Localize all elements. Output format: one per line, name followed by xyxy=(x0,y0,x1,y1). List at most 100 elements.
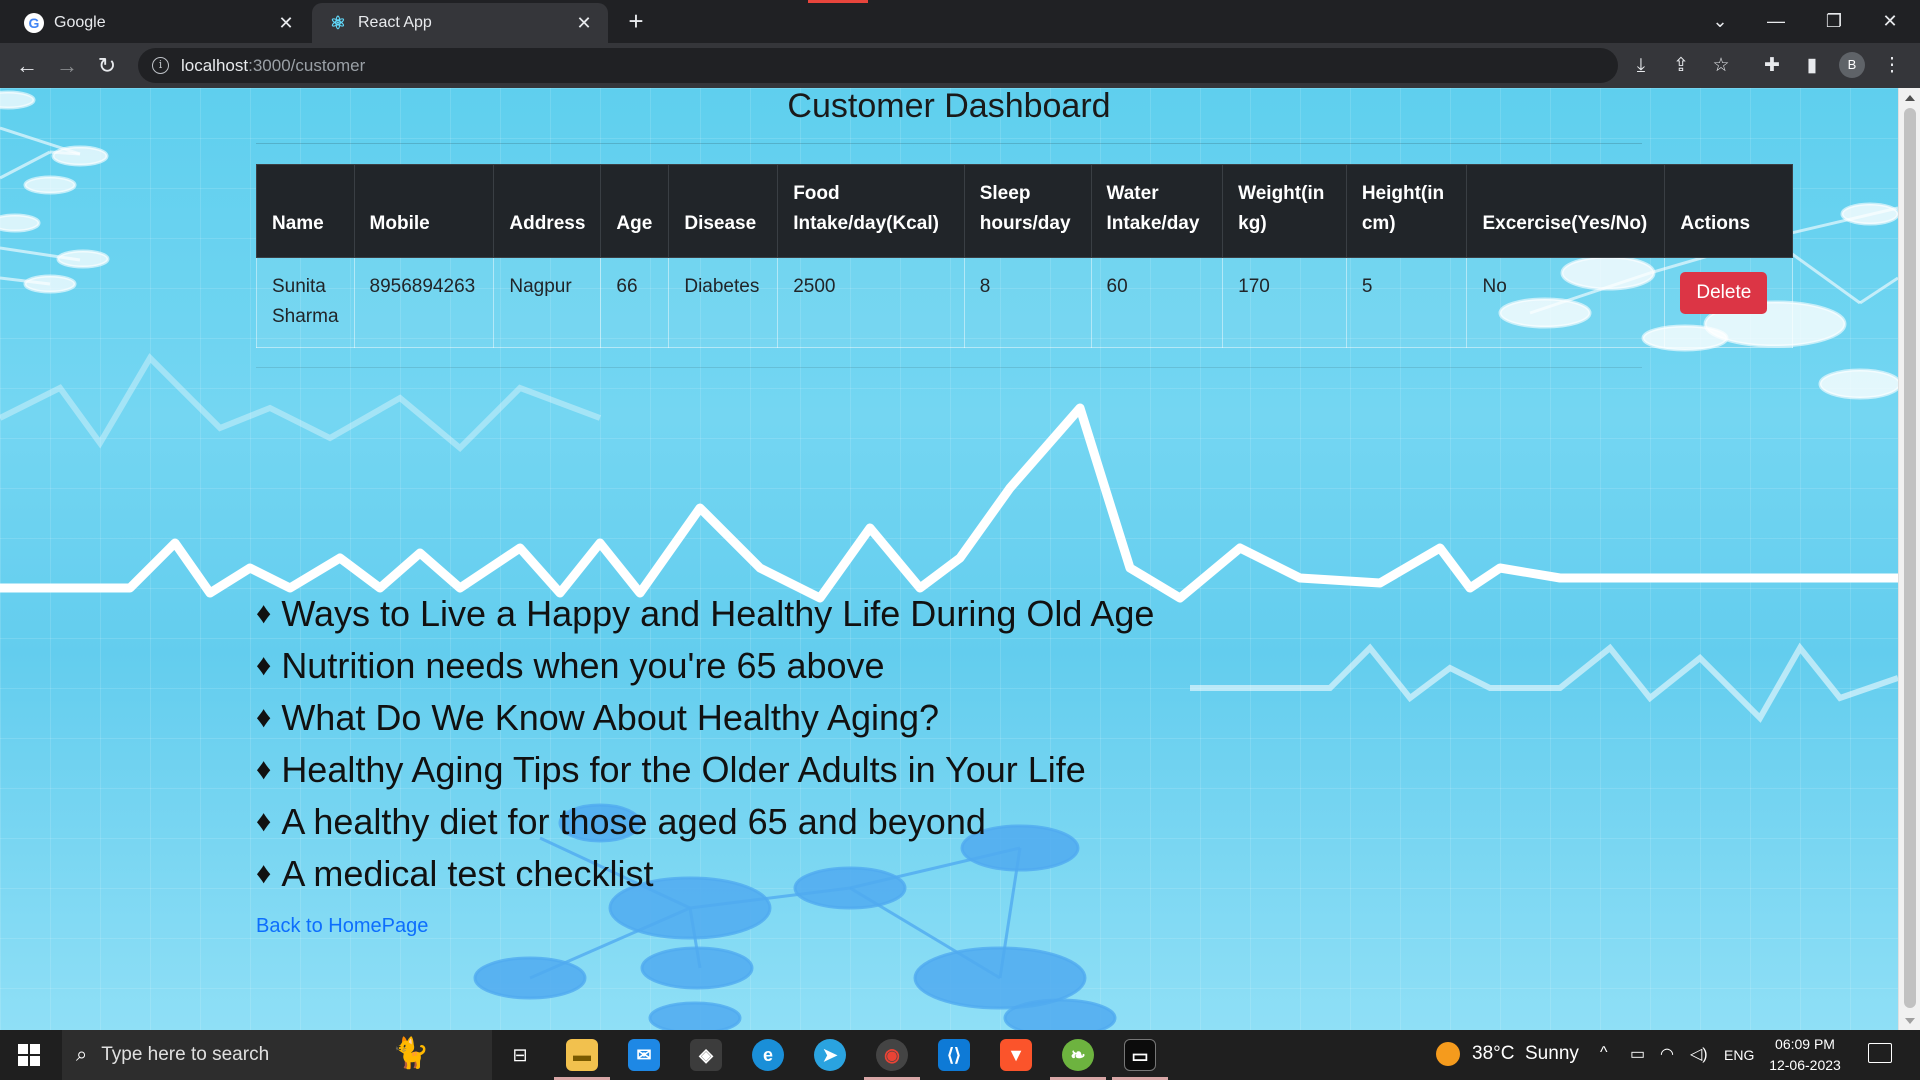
show-hidden-icons-chevron-icon[interactable]: ^ xyxy=(1600,1044,1608,1062)
article-title: What Do We Know About Healthy Aging? xyxy=(281,697,940,738)
scroll-down-arrow-icon[interactable] xyxy=(1905,1018,1915,1024)
cell-age: 66 xyxy=(600,257,670,348)
back-arrow-icon[interactable]: ← xyxy=(12,51,42,81)
back-to-homepage-link[interactable]: Back to HomePage xyxy=(256,915,428,938)
brave-browser-icon[interactable]: ▼ xyxy=(1000,1039,1032,1071)
close-tab-icon[interactable]: ✕ xyxy=(574,13,594,33)
weather-text: 38°C Sunny xyxy=(1472,1043,1579,1064)
search-highlight-illustration-icon: 🐈 xyxy=(392,1037,430,1070)
scrollbar-thumb[interactable] xyxy=(1904,108,1916,1008)
tab-search-chevron-icon[interactable]: ⌄ xyxy=(1700,6,1740,36)
menu-kebab-icon[interactable]: ⋮ xyxy=(1877,51,1907,81)
diamond-bullet-icon: ♦ xyxy=(256,649,272,682)
cell-name: Sunita Sharma xyxy=(256,257,355,348)
new-tab-button[interactable]: + xyxy=(622,8,650,36)
page-scrollbar[interactable] xyxy=(1898,88,1920,1030)
column-header: Disease xyxy=(668,164,779,258)
side-panel-icon[interactable]: ▮ xyxy=(1797,51,1827,81)
recording-indicator xyxy=(808,0,868,3)
browser-toolbar: ← → ↻ i localhost :3000/customer ⤓ ⇪ ☆ ✚… xyxy=(0,43,1920,88)
cell-exercise: No xyxy=(1466,257,1666,348)
extensions-puzzle-icon[interactable]: ✚ xyxy=(1757,51,1787,81)
terminal-icon[interactable]: ▭ xyxy=(1124,1039,1156,1071)
weather-widget[interactable]: 38°C Sunny xyxy=(1436,1042,1579,1066)
restore-button[interactable]: ❐ xyxy=(1814,6,1854,36)
language-indicator[interactable]: ENG xyxy=(1724,1047,1754,1063)
cell-weight: 170 xyxy=(1222,257,1347,348)
article-list: ♦ Ways to Live a Happy and Healthy Life D… xyxy=(256,588,1154,900)
diamond-bullet-icon: ♦ xyxy=(256,701,272,734)
profile-avatar[interactable]: B xyxy=(1839,52,1865,78)
taskbar-search[interactable]: ⌕ Type here to search 🐈 xyxy=(62,1030,492,1080)
forward-arrow-icon[interactable]: → xyxy=(52,51,82,81)
list-item[interactable]: ♦ Nutrition needs when you're 65 above xyxy=(256,640,1154,692)
cell-mobile: 8956894263 xyxy=(353,257,495,348)
sun-icon xyxy=(1436,1042,1460,1066)
tab-react-app[interactable]: ⚛ React App ✕ xyxy=(312,3,608,43)
site-info-icon[interactable]: i xyxy=(152,57,169,74)
windows-start-icon[interactable] xyxy=(18,1044,40,1066)
search-placeholder: Type here to search xyxy=(101,1044,270,1065)
wifi-icon[interactable]: ◠ xyxy=(1660,1044,1674,1064)
list-item[interactable]: ♦ A healthy diet for those aged 65 and be… xyxy=(256,796,1154,848)
tab-title: Google xyxy=(54,14,106,31)
page-viewport: Customer Dashboard Name Mobile Address A… xyxy=(0,88,1898,1030)
cell-height: 5 xyxy=(1345,257,1468,348)
article-title: Nutrition needs when you're 65 above xyxy=(281,645,885,686)
reload-icon[interactable]: ↻ xyxy=(92,51,122,81)
install-app-icon[interactable]: ⤓ xyxy=(1626,51,1656,81)
customer-table: Name Mobile Address Age Disease Food Int… xyxy=(256,164,1793,348)
search-icon: ⌕ xyxy=(76,1043,88,1066)
diamond-bullet-icon: ♦ xyxy=(256,857,272,890)
mail-icon[interactable]: ✉ xyxy=(628,1039,660,1071)
browser-tab-bar: G Google ✕ ⚛ React App ✕ + ⌄ — ❐ ✕ xyxy=(0,0,1920,43)
edge-browser-icon[interactable]: e xyxy=(752,1039,784,1071)
bookmark-star-icon[interactable]: ☆ xyxy=(1706,51,1736,81)
close-window-button[interactable]: ✕ xyxy=(1870,6,1910,36)
chrome-browser-icon[interactable]: ◉ xyxy=(876,1039,908,1071)
cell-actions: Delete xyxy=(1664,257,1793,348)
title-divider xyxy=(256,143,1642,144)
list-item[interactable]: ♦ Ways to Live a Happy and Healthy Life D… xyxy=(256,588,1154,640)
telegram-icon[interactable]: ➤ xyxy=(814,1039,846,1071)
unity-icon[interactable]: ◈ xyxy=(690,1039,722,1071)
column-header: Sleep hours/day xyxy=(963,164,1092,258)
clock-date: 12-06-2023 xyxy=(1769,1057,1841,1073)
table-row: Sunita Sharma 8956894263 Nagpur 66 Diabe… xyxy=(256,257,1793,348)
column-header: Excercise(Yes/No) xyxy=(1466,164,1666,258)
article-title: A healthy diet for those aged 65 and bey… xyxy=(281,801,986,842)
list-item[interactable]: ♦ What Do We Know About Healthy Aging? xyxy=(256,692,1154,744)
tab-google[interactable]: G Google ✕ xyxy=(10,3,310,43)
share-icon[interactable]: ⇪ xyxy=(1666,51,1696,81)
cell-sleep-hours: 8 xyxy=(963,257,1092,348)
volume-icon[interactable]: ◁) xyxy=(1690,1044,1708,1064)
system-clock[interactable]: 06:09 PM 12-06-2023 xyxy=(1760,1034,1850,1076)
close-tab-icon[interactable]: ✕ xyxy=(276,13,296,33)
diamond-bullet-icon: ♦ xyxy=(256,597,272,630)
article-title: Ways to Live a Happy and Healthy Life Du… xyxy=(281,593,1155,634)
list-item[interactable]: ♦ Healthy Aging Tips for the Older Adults… xyxy=(256,744,1154,796)
cell-water-intake: 60 xyxy=(1090,257,1224,348)
url-path: :3000/customer xyxy=(248,55,366,75)
column-header: Weight(in kg) xyxy=(1222,164,1347,258)
url-host: localhost xyxy=(181,55,249,75)
delete-button[interactable]: Delete xyxy=(1680,272,1768,314)
file-explorer-icon[interactable]: ▬ xyxy=(566,1039,598,1071)
google-g-icon: G xyxy=(24,13,44,33)
table-divider xyxy=(256,367,1642,368)
list-item[interactable]: ♦ A medical test checklist xyxy=(256,848,1154,900)
battery-icon[interactable]: ▭ xyxy=(1630,1044,1645,1064)
vscode-icon[interactable]: ⟨⟩ xyxy=(938,1039,970,1071)
cell-food-intake: 2500 xyxy=(777,257,965,348)
notification-center-icon[interactable] xyxy=(1868,1043,1892,1063)
cell-disease: Diabetes xyxy=(668,257,779,348)
table-header-row: Name Mobile Address Age Disease Food Int… xyxy=(256,164,1793,258)
column-header: Water Intake/day xyxy=(1090,164,1224,258)
task-view-icon[interactable]: ⊟ xyxy=(504,1039,536,1071)
address-bar[interactable]: i localhost :3000/customer xyxy=(138,48,1618,83)
scroll-up-arrow-icon[interactable] xyxy=(1905,95,1915,101)
tab-title: React App xyxy=(358,14,432,31)
column-header: Food Intake/day(Kcal) xyxy=(777,164,965,258)
spring-tool-icon[interactable]: ❧ xyxy=(1062,1039,1094,1071)
minimize-button[interactable]: — xyxy=(1756,6,1796,36)
